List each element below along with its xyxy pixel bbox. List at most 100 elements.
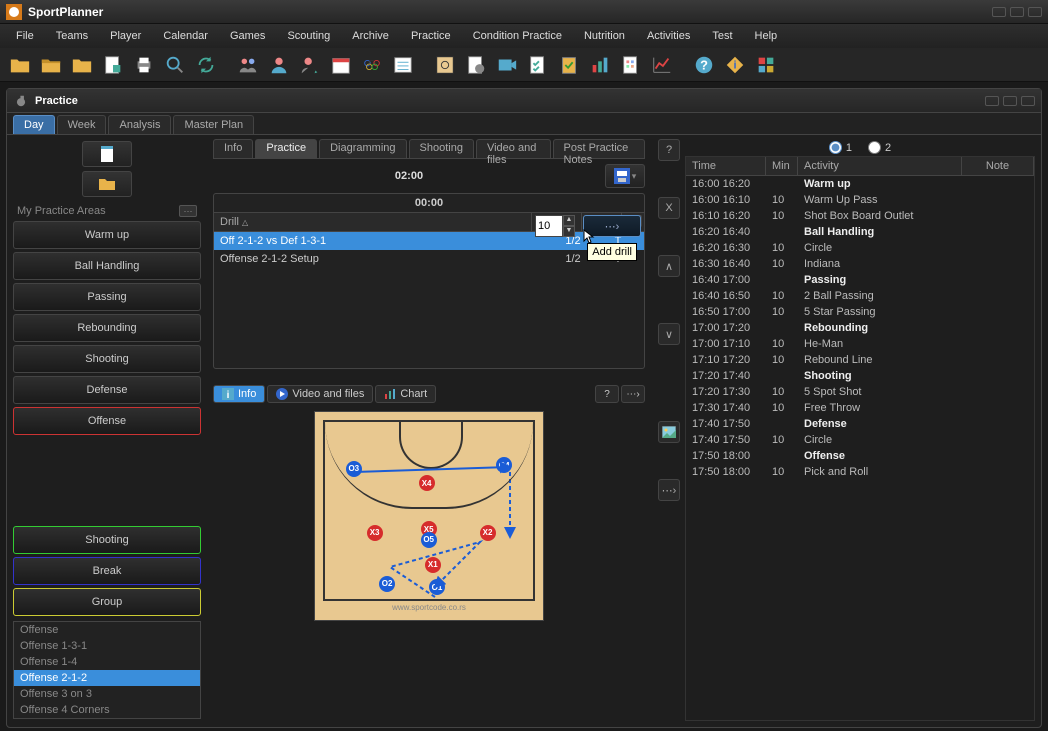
sync-icon[interactable] — [192, 51, 220, 79]
checklist-icon[interactable] — [524, 51, 552, 79]
areas-more-button[interactable]: ⋯ — [179, 205, 197, 217]
area-offense[interactable]: Offense — [13, 407, 201, 435]
user-icon[interactable] — [265, 51, 293, 79]
area-rebounding[interactable]: Rebounding — [13, 314, 201, 342]
tab-analysis[interactable]: Analysis — [108, 115, 171, 134]
area-ball-handling[interactable]: Ball Handling — [13, 252, 201, 280]
extra-break[interactable]: Break — [13, 557, 201, 585]
schedule-row[interactable]: 17:30 17:4010Free Throw — [686, 400, 1034, 416]
menu-calendar[interactable]: Calendar — [153, 27, 218, 45]
print-icon[interactable] — [130, 51, 158, 79]
olympics-icon[interactable] — [358, 51, 386, 79]
folder-alt-icon[interactable] — [68, 51, 96, 79]
subtab-diagramming[interactable]: Diagramming — [319, 139, 406, 158]
users-icon[interactable] — [234, 51, 262, 79]
right-help-button[interactable]: ? — [658, 139, 680, 161]
menu-practice[interactable]: Practice — [401, 27, 461, 45]
menu-teams[interactable]: Teams — [46, 27, 98, 45]
area-defense[interactable]: Defense — [13, 376, 201, 404]
schedule-category-row[interactable]: 17:50 18:00Offense — [686, 448, 1034, 464]
menu-activities[interactable]: Activities — [637, 27, 700, 45]
whistle-icon[interactable] — [462, 51, 490, 79]
list-item[interactable]: Offense 1-3-1 — [14, 638, 200, 654]
schedule-category-row[interactable]: 16:20 16:40Ball Handling — [686, 224, 1034, 240]
list-item[interactable]: Offense — [14, 622, 200, 638]
menu-games[interactable]: Games — [220, 27, 275, 45]
subtab-post-practice-notes[interactable]: Post Practice Notes — [553, 139, 646, 158]
schedule-category-row[interactable]: 16:00 16:20Warm up — [686, 176, 1034, 192]
list-item[interactable]: Offense 1-4 — [14, 654, 200, 670]
help-icon[interactable]: ? — [690, 51, 718, 79]
area-warm-up[interactable]: Warm up — [13, 221, 201, 249]
schedule-row[interactable]: 17:20 17:30105 Spot Shot — [686, 384, 1034, 400]
radio-1[interactable]: 1 — [829, 141, 852, 154]
menu-player[interactable]: Player — [100, 27, 151, 45]
video-icon[interactable] — [493, 51, 521, 79]
spinner-up-button[interactable]: ▲ — [563, 215, 575, 226]
subtab-practice[interactable]: Practice — [255, 139, 317, 158]
sub-minimize-button[interactable] — [985, 96, 999, 106]
forward-button[interactable]: ⋯› — [658, 479, 680, 501]
menu-scouting[interactable]: Scouting — [277, 27, 340, 45]
media-tab-chart[interactable]: Chart — [375, 385, 436, 403]
sub-maximize-button[interactable] — [1003, 96, 1017, 106]
subtab-video-and-files[interactable]: Video and files — [476, 139, 551, 158]
area-passing[interactable]: Passing — [13, 283, 201, 311]
extra-group[interactable]: Group — [13, 588, 201, 616]
schedule-row[interactable]: 17:40 17:5010Circle — [686, 432, 1034, 448]
subtab-shooting[interactable]: Shooting — [409, 139, 474, 158]
save-button[interactable]: ▾ — [605, 164, 645, 188]
move-up-button[interactable]: ∧ — [658, 255, 680, 277]
menu-archive[interactable]: Archive — [342, 27, 399, 45]
clipboard-check-icon[interactable] — [555, 51, 583, 79]
schedule-row[interactable]: 16:10 16:2010Shot Box Board Outlet — [686, 208, 1034, 224]
col-activity[interactable]: Activity — [798, 157, 962, 175]
list-item[interactable]: Offense 4 Corners — [14, 702, 200, 718]
spinner-down-button[interactable]: ▼ — [563, 226, 575, 237]
window-maximize-button[interactable] — [1010, 7, 1024, 17]
document-button[interactable] — [82, 141, 132, 167]
menu-nutrition[interactable]: Nutrition — [574, 27, 635, 45]
col-min[interactable]: Min — [766, 157, 798, 175]
schedule-row[interactable]: 16:30 16:4010Indiana — [686, 256, 1034, 272]
schedule-row[interactable]: 17:50 18:0010Pick and Roll — [686, 464, 1034, 480]
schedule-row[interactable]: 17:00 17:1010He-Man — [686, 336, 1034, 352]
sub-close-button[interactable] — [1021, 96, 1035, 106]
tab-master-plan[interactable]: Master Plan — [173, 115, 254, 134]
tab-day[interactable]: Day — [13, 115, 55, 134]
media-tab-video[interactable]: Video and files — [267, 385, 373, 403]
offense-list[interactable]: OffenseOffense 1-3-1Offense 1-4Offense 2… — [13, 621, 201, 719]
col-note[interactable]: Note — [962, 157, 1034, 175]
minutes-input[interactable] — [535, 215, 563, 237]
tab-week[interactable]: Week — [57, 115, 107, 134]
user-edit-icon[interactable] — [296, 51, 324, 79]
menu-file[interactable]: File — [6, 27, 44, 45]
extra-shooting[interactable]: Shooting — [13, 526, 201, 554]
area-shooting[interactable]: Shooting — [13, 345, 201, 373]
schedule-row[interactable]: 16:40 16:50102 Ball Passing — [686, 288, 1034, 304]
schedule-category-row[interactable]: 17:40 17:50Defense — [686, 416, 1034, 432]
schedule-row[interactable]: 17:10 17:2010Rebound Line — [686, 352, 1034, 368]
schedule-row[interactable]: 16:50 17:00105 Star Passing — [686, 304, 1034, 320]
chart-line-icon[interactable] — [648, 51, 676, 79]
image-button[interactable] — [658, 421, 680, 443]
menu-help[interactable]: Help — [745, 27, 788, 45]
menu-test[interactable]: Test — [702, 27, 742, 45]
calendar-icon[interactable] — [327, 51, 355, 79]
list-icon[interactable] — [389, 51, 417, 79]
subtab-info[interactable]: Info — [213, 139, 253, 158]
schedule-row[interactable]: 16:00 16:1010Warm Up Pass — [686, 192, 1034, 208]
chart-icon[interactable] — [586, 51, 614, 79]
remove-button[interactable]: X — [658, 197, 680, 219]
minutes-spinner[interactable]: ▲▼ — [535, 215, 575, 237]
info-icon[interactable]: i — [721, 51, 749, 79]
court-icon[interactable] — [431, 51, 459, 79]
list-item[interactable]: Offense 3 on 3 — [14, 686, 200, 702]
grid-colors-icon[interactable] — [752, 51, 780, 79]
move-down-button[interactable]: ∨ — [658, 323, 680, 345]
menu-condition-practice[interactable]: Condition Practice — [463, 27, 572, 45]
media-tab-info[interactable]: iInfo — [213, 385, 265, 403]
media-help-button[interactable]: ? — [595, 385, 619, 403]
schedule-row[interactable]: 16:20 16:3010Circle — [686, 240, 1034, 256]
radio-2[interactable]: 2 — [868, 141, 891, 154]
